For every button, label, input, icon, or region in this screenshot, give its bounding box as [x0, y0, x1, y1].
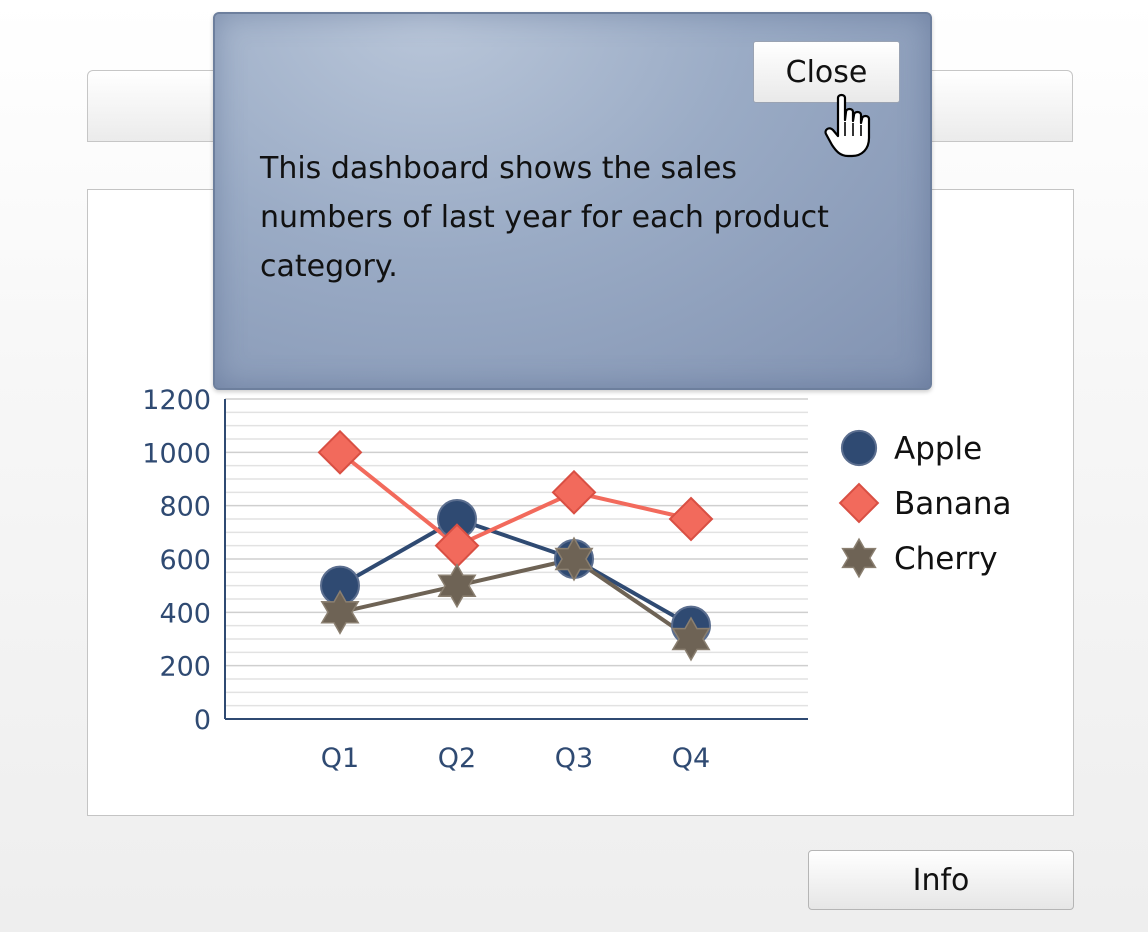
hand-pointer-icon: [824, 93, 871, 158]
data-point-cherry: [437, 563, 477, 609]
x-tick-label: Q3: [555, 743, 593, 774]
popup-message: This dashboard shows the sales numbers o…: [260, 151, 829, 284]
data-point-banana: [551, 469, 597, 515]
y-tick-label: 800: [159, 492, 211, 523]
y-tick-label: 200: [159, 652, 211, 683]
y-tick-label: 400: [159, 598, 211, 629]
x-tick-label: Q2: [438, 743, 476, 774]
legend-marker-apple: [840, 429, 878, 467]
data-point-banana: [668, 496, 714, 542]
x-tick-label: Q1: [321, 743, 359, 774]
y-tick-label: 1200: [142, 385, 211, 416]
y-tick-label: 1000: [142, 438, 211, 469]
legend-label-banana: Banana: [894, 486, 1012, 522]
legend-marker-cherry: [841, 537, 877, 579]
y-tick-label: 600: [159, 545, 211, 576]
legend-label-cherry: Cherry: [894, 541, 998, 577]
info-button[interactable]: Info: [808, 850, 1074, 910]
legend-marker-banana: [838, 482, 880, 524]
help-popup: Close This dashboard shows the sales num…: [213, 12, 932, 390]
x-tick-label: Q4: [672, 743, 710, 774]
y-tick-label: 0: [194, 705, 211, 736]
legend-label-apple: Apple: [894, 431, 982, 467]
data-point-banana: [317, 429, 363, 475]
